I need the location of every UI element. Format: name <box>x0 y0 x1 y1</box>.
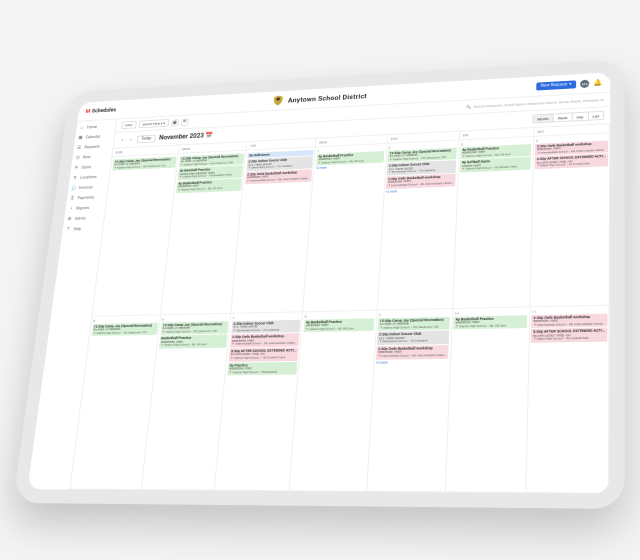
settings-icon[interactable]: ⚙ <box>181 118 189 125</box>
day-cell[interactable]: 84p Basketball PracticeBasketball Team📍A… <box>290 311 377 492</box>
chevron-down-icon: ▾ <box>569 82 571 87</box>
sidebar-icon: ⚲ <box>72 175 78 180</box>
view-list[interactable]: List <box>588 112 603 120</box>
today-button[interactable]: Today <box>136 134 156 143</box>
calendar: SUNMONTUEWEDTHUFRISAT 12:30p Camp Joy (S… <box>70 123 610 494</box>
sidebar-icon: ⚙ <box>66 217 72 222</box>
day-cell[interactable]: 14p Basketball PracticeBasketball Team📍A… <box>304 144 388 312</box>
event[interactable]: 4p Softball GameAthletic Event📍Adams Hig… <box>460 157 531 173</box>
event[interactable]: 3:30p AFTER SCHOOL EXTENDED ACTIVITIESKG… <box>531 328 607 343</box>
event[interactable]: 2:30p Owls Basketball workshopBasketball… <box>230 333 300 347</box>
sidebar-item-home[interactable]: ⌂Home <box>79 123 113 131</box>
view-week[interactable]: Week <box>554 113 573 121</box>
sidebar-item-now[interactable]: ◷Now <box>75 153 110 161</box>
district-name: Anytown School District <box>288 92 367 104</box>
month-title: November 2023 📅 <box>159 132 214 142</box>
filter-button[interactable]: Filter <box>121 121 137 129</box>
saved-filters-button[interactable]: Saved Filters ▾ <box>138 119 169 128</box>
sidebar-item-requests[interactable]: ☰Requests <box>76 143 111 151</box>
new-request-button[interactable]: New Request▾ <box>536 80 577 90</box>
next-month-button[interactable]: › <box>128 136 134 142</box>
sidebar-item-locations[interactable]: ⚲Locations <box>72 173 107 181</box>
sidebar-icon: ⌂ <box>79 125 85 130</box>
week-row: 512:30p Camp Joy (Special Recreation)KG … <box>70 306 609 494</box>
brand-mark: M <box>85 108 90 114</box>
more-link[interactable]: +2 more <box>376 360 449 365</box>
brand-logo[interactable]: MSchedules <box>85 107 116 114</box>
body: ⌂Home ▦Calendar ☰Requests ◷Now ⚲Users ⚲Locati… <box>27 93 610 494</box>
print-icon[interactable]: 🖶 <box>171 119 179 126</box>
app-screen: MSchedules Anytown School District New R… <box>27 72 610 493</box>
event[interactable]: 5p PracticeBasketball Team📍Adams High Sc… <box>227 362 297 376</box>
sidebar-item-reports[interactable]: ◔Reports <box>68 204 103 212</box>
day-cell[interactable]: 42:30p Owls Basketball workshopBasketbal… <box>530 133 610 307</box>
sidebar-item-help[interactable]: ?Help <box>65 225 100 233</box>
view-switch: MonthWeekDayList <box>532 111 604 124</box>
sidebar-item-payments[interactable]: $Payments <box>69 194 104 202</box>
main: Filter Saved Filters ▾ 🖶 ⚙ 🔍 Search Requ… <box>70 93 610 494</box>
sidebar-item-admin[interactable]: ⚙Admin <box>66 215 101 223</box>
event[interactable]: 3:30p AFTER SCHOOL EXTENDED ACTIVITIESKG… <box>228 347 298 361</box>
event[interactable]: 12:30p Camp Joy (Special Recreation)KG B… <box>112 156 176 171</box>
event[interactable]: 2:30p Indoor Soccer ClubXYZ Travel Socce… <box>377 331 450 346</box>
event[interactable]: 4p Basketball PracticeBasketball Team📍Ad… <box>303 318 374 332</box>
event[interactable]: 4p Basketball PracticeBasketball Team📍Ad… <box>454 315 528 330</box>
tablet-frame: MSchedules Anytown School District New R… <box>13 59 625 509</box>
event[interactable]: 2:30p Owls Basketball workshopBasketball… <box>245 169 312 184</box>
day-cell[interactable]: 112:30p Owls Basketball workshopBasketba… <box>526 306 609 494</box>
event[interactable]: 3:30p AFTER SCHOOL EXTENDED ACTIVITIESKG… <box>535 154 608 170</box>
event[interactable]: Basketball PracticeBasketball Team📍Adams… <box>159 335 227 349</box>
topbar-actions: New Request▾ MA 🔔 <box>536 78 603 90</box>
district-title: Anytown School District <box>271 90 367 107</box>
day-cell[interactable]: 72:30p Indoor Soccer ClubXYZ Travel Socc… <box>215 312 304 491</box>
sidebar-icon: ◔ <box>68 206 74 211</box>
search-icon: 🔍 <box>466 105 471 110</box>
event[interactable]: 12:30p Camp Joy (Special Recreation)KG B… <box>160 321 228 335</box>
bell-icon[interactable]: 🔔 <box>593 79 602 87</box>
weeks: 12:30p Camp Joy (Special Recreation)KG B… <box>70 133 610 494</box>
sidebar-item-users[interactable]: ⚲Users <box>73 163 108 171</box>
view-month[interactable]: Month <box>533 114 554 122</box>
sidebar-icon: $ <box>69 196 75 201</box>
day-cell[interactable]: 104p Basketball PracticeBasketball Team📍… <box>445 307 530 493</box>
sidebar-icon: 🧾 <box>71 186 77 191</box>
day-cell[interactable]: 212:30p Camp Joy (Special Recreation)KG … <box>377 140 459 310</box>
prev-month-button[interactable]: ‹ <box>119 137 125 143</box>
event[interactable]: 12:30p Camp Joy (Special Recreation)KG B… <box>91 322 158 336</box>
week-row: 12:30p Camp Joy (Special Recreation)KG B… <box>92 133 610 317</box>
event[interactable]: 12:30p Camp Joy (Special Recreation)KG B… <box>378 316 450 331</box>
event[interactable]: 4p Basketball PracticeBasketball Team📍Ad… <box>176 178 242 193</box>
day-cell[interactable]: 912:30p Camp Joy (Special Recreation)KG … <box>367 309 453 492</box>
sidebar-icon: ⚲ <box>73 165 79 170</box>
day-cell[interactable]: 34p Basketball PracticeBasketball Team📍A… <box>453 137 534 309</box>
sidebar-item-calendar[interactable]: ▦Calendar <box>77 133 112 141</box>
avatar[interactable]: MA <box>580 79 589 87</box>
event[interactable]: 2:30p Owls Basketball workshopBasketball… <box>376 345 449 360</box>
event[interactable]: 2:30p Owls Basketball workshopBasketball… <box>531 313 607 328</box>
sidebar-icon: ▦ <box>78 135 84 140</box>
sidebar-icon: ? <box>65 227 71 232</box>
view-day[interactable]: Day <box>572 113 588 121</box>
shield-icon <box>271 94 285 107</box>
brand-name: Schedules <box>92 107 117 114</box>
day-cell[interactable]: 9p Halloween2:30p Indoor Soccer ClubXYZ … <box>231 147 316 314</box>
sidebar-item-invoices[interactable]: 🧾Invoices <box>71 184 106 192</box>
event[interactable]: 2:30p Indoor Soccer ClubXYZ Travel Socce… <box>231 319 301 333</box>
sidebar-icon: ☰ <box>76 145 82 150</box>
sidebar-icon: ◷ <box>75 155 81 160</box>
